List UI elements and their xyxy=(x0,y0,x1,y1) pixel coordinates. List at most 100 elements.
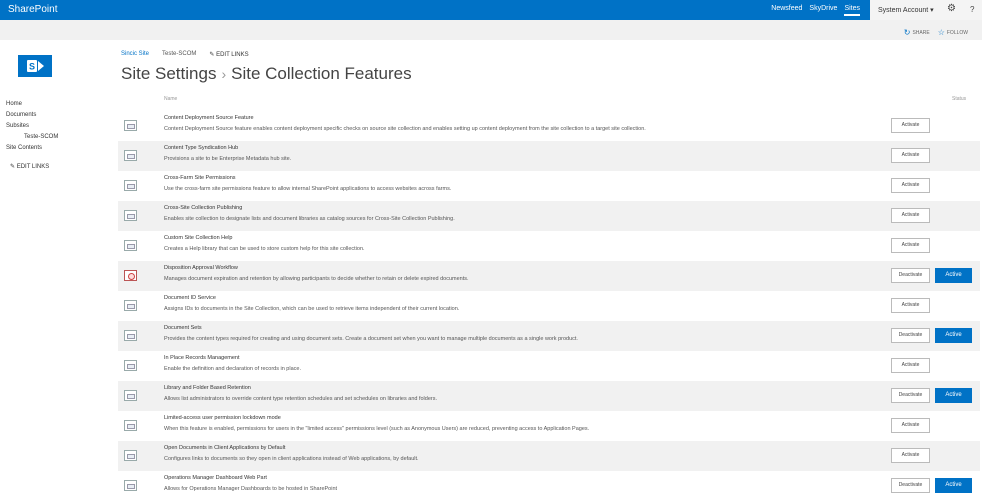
feature-icon xyxy=(124,330,137,341)
page-title: Site Settings › Site Collection Features xyxy=(121,64,412,84)
feature-icon xyxy=(124,360,137,371)
feature-description: Content Deployment Source feature enable… xyxy=(164,126,646,132)
feature-name: Operations Manager Dashboard Web Part xyxy=(164,475,267,481)
feature-description: Creates a Help library that can be used … xyxy=(164,246,365,252)
deactivate-button[interactable]: Deactivate xyxy=(891,478,930,493)
feature-name: Document Sets xyxy=(164,325,202,331)
feature-row: Content Deployment Source Feature Content… xyxy=(118,111,980,141)
share-label: SHARE xyxy=(912,30,930,36)
nav-item-home[interactable]: Home xyxy=(6,99,58,110)
chevron-down-icon: ▾ xyxy=(930,7,934,14)
feature-icon xyxy=(124,120,137,131)
feature-description: Allows list administrators to override c… xyxy=(164,396,438,402)
feature-row: Document ID Service Assigns IDs to docume… xyxy=(118,291,980,321)
feature-description: Provisions a site to be Enterprise Metad… xyxy=(164,156,292,162)
activate-button[interactable]: Activate xyxy=(891,148,930,163)
nav-item-documents[interactable]: Documents xyxy=(6,110,58,121)
feature-icon xyxy=(124,210,137,221)
suite-links: Newsfeed SkyDrive Sites xyxy=(771,5,860,16)
suite-link-sites[interactable]: Sites xyxy=(844,5,860,16)
feature-name: Library and Folder Based Retention xyxy=(164,385,251,391)
edit-links-label: EDIT LINKS xyxy=(216,52,249,58)
nav-item-site-contents[interactable]: Site Contents xyxy=(6,143,58,154)
svg-text:S: S xyxy=(29,62,35,72)
status-badge: Active xyxy=(935,388,972,403)
ribbon-actions: ↻ SHARE ☆ FOLLOW xyxy=(903,27,968,37)
feature-description: Manages document expiration and retentio… xyxy=(164,276,469,282)
feature-name: Disposition Approval Workflow xyxy=(164,265,238,271)
account-menu[interactable]: System Account ▾ xyxy=(878,6,934,14)
suite-link-skydrive[interactable]: SkyDrive xyxy=(809,5,837,16)
feature-icon xyxy=(124,450,137,461)
follow-label: FOLLOW xyxy=(946,30,968,36)
feature-description: Enable the definition and declaration of… xyxy=(164,366,301,372)
activate-button[interactable]: Activate xyxy=(891,178,930,193)
feature-description: Allows for Operations Manager Dashboards… xyxy=(164,486,338,492)
feature-row: Content Type Syndication Hub Provisions a… xyxy=(118,141,980,171)
follow-button[interactable]: ☆ FOLLOW xyxy=(937,27,968,37)
feature-description: Use the cross-farm site permissions feat… xyxy=(164,186,452,192)
deactivate-button[interactable]: Deactivate xyxy=(891,388,930,403)
sharepoint-brand[interactable]: SharePoint xyxy=(8,4,57,15)
nav-edit-links-button[interactable]: ✎ EDIT LINKS xyxy=(6,162,58,173)
feature-name: Cross-Farm Site Permissions xyxy=(164,175,236,181)
star-icon: ☆ xyxy=(937,28,945,37)
feature-icon xyxy=(124,240,137,251)
deactivate-button[interactable]: Deactivate xyxy=(891,328,930,343)
feature-description: Assigns IDs to documents in the Site Col… xyxy=(164,306,460,312)
site-logo[interactable]: S xyxy=(18,55,52,77)
feature-icon xyxy=(124,420,137,431)
account-area: System Account ▾ ⚙ ? xyxy=(870,0,982,20)
status-badge: Active xyxy=(935,268,972,283)
title-section[interactable]: Site Settings xyxy=(121,64,216,83)
column-header-name: Name xyxy=(164,96,178,102)
feature-icon xyxy=(124,390,137,401)
activate-button[interactable]: Activate xyxy=(891,358,930,373)
nav-edit-links-label: EDIT LINKS xyxy=(16,164,50,170)
suite-bar: SharePoint Newsfeed SkyDrive Sites Syste… xyxy=(0,0,982,20)
feature-name: Content Deployment Source Feature xyxy=(164,115,254,121)
gear-icon[interactable]: ⚙ xyxy=(947,3,956,14)
status-badge: Active xyxy=(935,328,972,343)
ribbon: ↻ SHARE ☆ FOLLOW xyxy=(0,20,982,40)
feature-name: Custom Site Collection Help xyxy=(164,235,233,241)
feature-description: Enables site collection to designate lis… xyxy=(164,216,455,222)
pencil-icon: ✎ xyxy=(209,52,215,58)
breadcrumb-subsite[interactable]: Teste-SCOM xyxy=(162,51,196,58)
feature-icon xyxy=(124,480,137,491)
breadcrumb: Sincic Site Teste-SCOM ✎ EDIT LINKS xyxy=(121,51,249,58)
feature-description: Provides the content types required for … xyxy=(164,336,578,342)
activate-button[interactable]: Activate xyxy=(891,448,930,463)
share-icon: ↻ xyxy=(903,28,911,37)
account-name: System Account xyxy=(878,7,929,14)
feature-icon xyxy=(124,270,137,281)
feature-row: Open Documents in Client Applications by… xyxy=(118,441,980,471)
activate-button[interactable]: Activate xyxy=(891,418,930,433)
help-icon[interactable]: ? xyxy=(970,5,974,14)
feature-name: Document ID Service xyxy=(164,295,216,301)
activate-button[interactable]: Activate xyxy=(891,208,930,223)
feature-row: Operations Manager Dashboard Web Part All… xyxy=(118,471,980,501)
pencil-icon: ✎ xyxy=(10,164,16,170)
share-button[interactable]: ↻ SHARE xyxy=(903,27,930,37)
nav-item-teste-scom[interactable]: Teste-SCOM xyxy=(6,132,58,143)
activate-button[interactable]: Activate xyxy=(891,118,930,133)
feature-row: Custom Site Collection Help Creates a Hel… xyxy=(118,231,980,261)
nav-item-subsites[interactable]: Subsites xyxy=(6,121,58,132)
feature-row: Document Sets Provides the content types … xyxy=(118,321,980,351)
feature-icon xyxy=(124,300,137,311)
deactivate-button[interactable]: Deactivate xyxy=(891,268,930,283)
left-nav: Home Documents Subsites Teste-SCOM Site … xyxy=(6,99,58,173)
activate-button[interactable]: Activate xyxy=(891,238,930,253)
breadcrumb-site[interactable]: Sincic Site xyxy=(121,51,149,58)
activate-button[interactable]: Activate xyxy=(891,298,930,313)
suite-link-newsfeed[interactable]: Newsfeed xyxy=(771,5,802,16)
title-page: Site Collection Features xyxy=(231,64,412,83)
feature-row: Cross-Site Collection Publishing Enables … xyxy=(118,201,980,231)
status-badge: Active xyxy=(935,478,972,493)
edit-links-button[interactable]: ✎ EDIT LINKS xyxy=(209,51,248,58)
feature-row: In Place Records Management Enable the de… xyxy=(118,351,980,381)
feature-row: Library and Folder Based Retention Allows… xyxy=(118,381,980,411)
column-header-status: Status xyxy=(952,96,967,102)
feature-name: Open Documents in Client Applications by… xyxy=(164,445,286,451)
